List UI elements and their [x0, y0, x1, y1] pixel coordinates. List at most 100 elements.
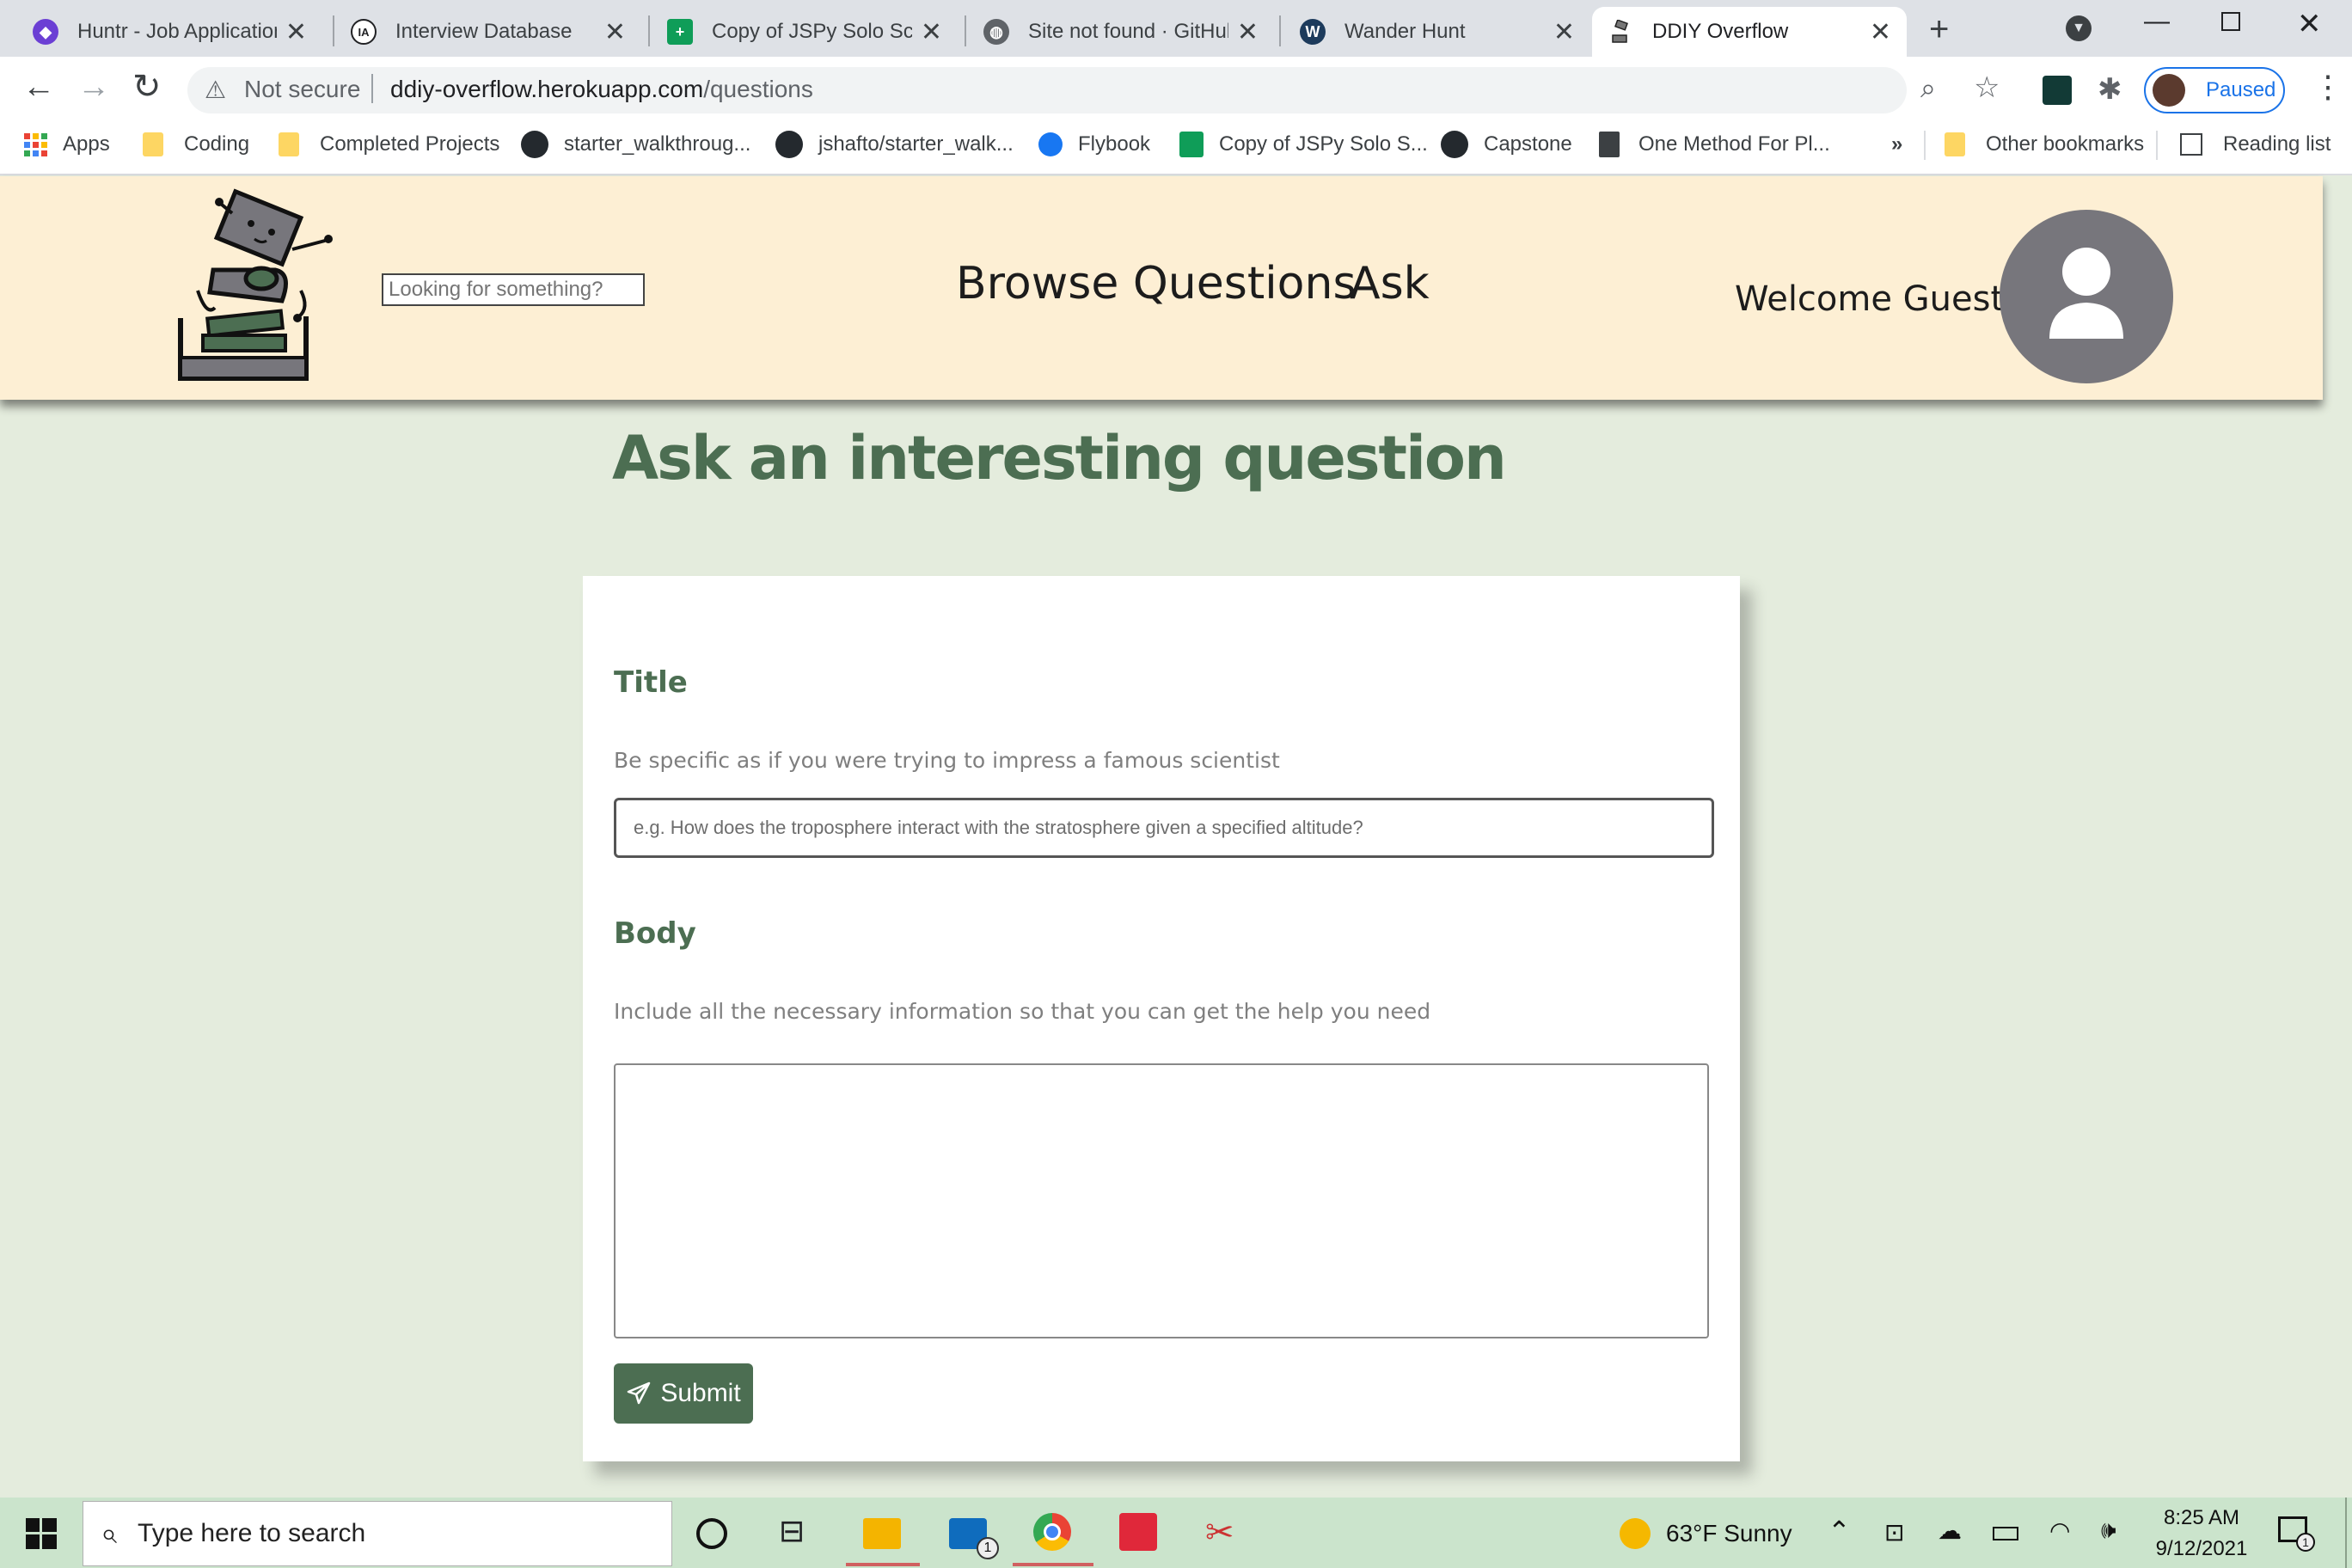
- github-icon: [521, 131, 548, 158]
- bookmark-capstone[interactable]: Capstone: [1441, 122, 1572, 167]
- tab-copy-jspy[interactable]: + Copy of JSPy Solo Sco ✕: [652, 7, 958, 57]
- security-label[interactable]: Not secure: [244, 76, 360, 103]
- menu-icon[interactable]: ⋮: [2312, 69, 2343, 105]
- meet-now-icon[interactable]: ⊡: [1884, 1518, 1904, 1547]
- extension-icon[interactable]: [2043, 76, 2072, 105]
- back-icon[interactable]: ←: [22, 69, 55, 106]
- onedrive-cloud-icon[interactable]: ☁: [1938, 1516, 1962, 1545]
- wander-hunt-icon: W: [1300, 19, 1326, 45]
- zoom-icon[interactable]: ⌕: [1920, 72, 1936, 105]
- minimize-icon[interactable]: —: [2144, 7, 2170, 36]
- profile-button[interactable]: Paused: [2144, 67, 2285, 113]
- clock-time[interactable]: 8:25 AM: [2163, 1506, 2240, 1530]
- show-desktop-button[interactable]: [2345, 1498, 2347, 1568]
- close-icon[interactable]: ✕: [285, 17, 307, 47]
- bookmarks-overflow-chevron[interactable]: »: [1891, 122, 1902, 167]
- close-icon[interactable]: ✕: [921, 17, 942, 47]
- tab-site-not-found[interactable]: ◍ Site not found · GitHub ✕: [968, 7, 1274, 57]
- close-icon[interactable]: ✕: [604, 17, 626, 47]
- body-hint: Include all the necessary information so…: [614, 999, 1431, 1024]
- notification-icon[interactable]: 1: [2278, 1516, 2315, 1552]
- wifi-icon[interactable]: ◠: [2049, 1516, 2070, 1545]
- tab-ddiy-overflow[interactable]: DDIY Overflow ✕: [1592, 7, 1907, 57]
- page-title: Ask an interesting question: [612, 423, 1507, 493]
- address-divider: [371, 74, 373, 103]
- slack-icon[interactable]: [1119, 1513, 1157, 1551]
- weather-text[interactable]: 63°F Sunny: [1666, 1520, 1792, 1547]
- globe-icon: ◍: [983, 19, 1009, 45]
- body-textarea[interactable]: [614, 1063, 1709, 1338]
- volume-icon[interactable]: 🕪: [2101, 1516, 2116, 1545]
- mail-icon[interactable]: 1: [949, 1518, 999, 1559]
- snip-icon[interactable]: ✂: [1205, 1513, 1243, 1552]
- url-text[interactable]: ddiy-overflow.herokuapp.com/questions: [390, 76, 813, 103]
- reload-icon[interactable]: ↻: [132, 67, 162, 107]
- weather-sun-icon: [1620, 1518, 1651, 1549]
- nav-browse-questions[interactable]: Browse Questions: [956, 258, 1357, 309]
- bookmark-copy-jspy[interactable]: Copy of JSPy Solo S...: [1179, 122, 1428, 167]
- windows-start-icon[interactable]: [26, 1518, 57, 1553]
- bookmark-completed-projects[interactable]: Completed Projects: [279, 122, 499, 167]
- apps-grid-icon: [24, 132, 47, 156]
- github-icon: [1441, 131, 1468, 158]
- title-input[interactable]: [614, 798, 1714, 858]
- taskbar-search[interactable]: ⌕ Type here to search: [83, 1501, 672, 1566]
- extensions-puzzle-icon[interactable]: ✱: [2098, 72, 2122, 107]
- bookmark-star-icon[interactable]: ☆: [1974, 70, 2000, 105]
- ddiy-logo[interactable]: [172, 187, 344, 389]
- nav-ask[interactable]: Ask: [1350, 258, 1430, 309]
- body-label: Body: [614, 916, 696, 951]
- clock-date[interactable]: 9/12/2021: [2154, 1537, 2249, 1561]
- submit-button[interactable]: Submit: [614, 1363, 753, 1424]
- github-icon: [775, 131, 803, 158]
- tab-wander-hunt[interactable]: W Wander Hunt ✕: [1284, 7, 1590, 57]
- file-explorer-icon[interactable]: [863, 1518, 901, 1549]
- battery-icon[interactable]: [1993, 1527, 2018, 1540]
- search-icon: ⌕: [101, 1516, 118, 1550]
- reading-list[interactable]: Reading list: [2180, 122, 2331, 167]
- active-indicator: [846, 1563, 920, 1566]
- cortana-icon[interactable]: [696, 1518, 727, 1549]
- chrome-icon[interactable]: [1033, 1513, 1071, 1551]
- task-view-icon[interactable]: ⊟: [779, 1513, 817, 1551]
- bookmark-apps[interactable]: Apps: [24, 122, 110, 167]
- user-icon: [2049, 248, 2123, 339]
- title-hint: Be specific as if you were trying to imp…: [614, 748, 1280, 773]
- forward-icon[interactable]: →: [77, 69, 110, 106]
- reading-list-icon: [2180, 133, 2202, 156]
- huntr-icon: ◆: [33, 19, 58, 45]
- bookmark-starter-walkthrough[interactable]: starter_walkthroug...: [521, 122, 750, 167]
- tab-search-icon[interactable]: ▼: [2066, 15, 2092, 41]
- sheets-icon: [1179, 132, 1204, 157]
- bookmark-one-method[interactable]: One Method For Pl...: [1599, 122, 1830, 167]
- bookmark-other[interactable]: Other bookmarks: [1945, 122, 2144, 167]
- bookmark-divider: [2156, 131, 2158, 160]
- show-hidden-icons-chevron[interactable]: ⌃: [1828, 1515, 1851, 1547]
- window-close-icon[interactable]: ✕: [2297, 7, 2322, 41]
- tab-separator: [333, 15, 334, 46]
- close-icon[interactable]: ✕: [1870, 17, 1891, 47]
- warning-icon: ⚠: [205, 77, 227, 103]
- close-icon[interactable]: ✕: [1553, 17, 1575, 47]
- tab-separator: [648, 15, 650, 46]
- new-tab-icon[interactable]: +: [1929, 10, 1949, 49]
- user-avatar[interactable]: [2000, 210, 2173, 383]
- sheets-icon: +: [667, 19, 693, 45]
- profile-avatar: [2153, 74, 2185, 107]
- close-icon[interactable]: ✕: [1237, 17, 1259, 47]
- folder-icon: [1945, 132, 1965, 156]
- bookmark-jshafto[interactable]: jshafto/starter_walk...: [775, 122, 1014, 167]
- bookmark-coding[interactable]: Coding: [143, 122, 249, 167]
- folder-icon: [143, 132, 163, 156]
- tab-huntr[interactable]: ◆ Huntr - Job Application ✕: [17, 7, 322, 57]
- mail-badge: 1: [977, 1537, 999, 1559]
- notification-badge: 1: [2296, 1533, 2315, 1552]
- tab-interview-database[interactable]: IA Interview Database ✕: [335, 7, 641, 57]
- header-search-input[interactable]: [382, 273, 645, 306]
- document-icon: [1599, 132, 1620, 157]
- restore-icon[interactable]: [2221, 12, 2240, 31]
- tab-separator: [965, 15, 966, 46]
- tab-separator: [1279, 15, 1281, 46]
- bookmark-flybook[interactable]: Flybook: [1038, 122, 1150, 167]
- title-label: Title: [614, 665, 688, 700]
